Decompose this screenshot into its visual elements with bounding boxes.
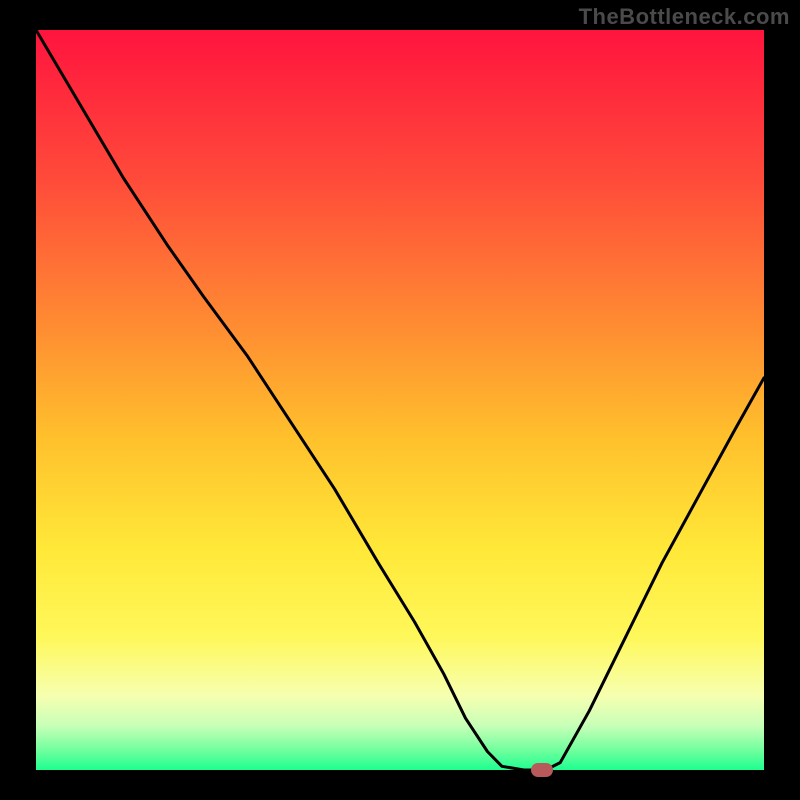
chart-frame: TheBottleneck.com bbox=[0, 0, 800, 800]
optimum-marker bbox=[531, 763, 553, 777]
attribution-label: TheBottleneck.com bbox=[579, 4, 790, 30]
chart-svg bbox=[0, 0, 800, 800]
plot-background bbox=[36, 30, 764, 770]
